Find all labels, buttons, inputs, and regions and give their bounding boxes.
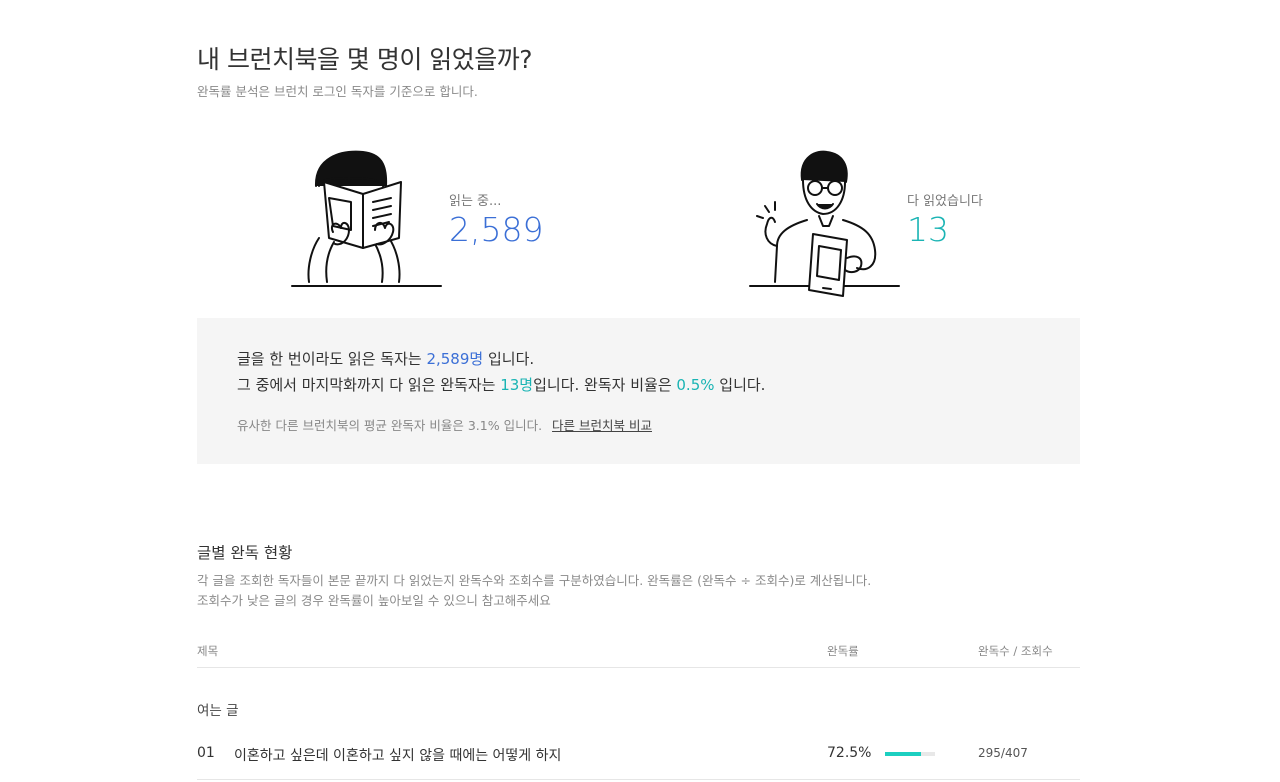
summary-finishers-value: 13명: [500, 376, 534, 394]
summary-box: 글을 한 번이라도 읽은 독자는 2,589명 입니다. 그 중에서 마지막화까…: [197, 318, 1080, 464]
summary-finishers-prefix: 그 중에서 마지막화까지 다 읽은 완독자는: [237, 376, 501, 394]
section-desc-line1: 각 글을 조회한 독자들이 본문 끝까지 다 읽었는지 완독수와 조회수를 구분…: [197, 573, 872, 588]
summary-finishers-line: 그 중에서 마지막화까지 다 읽은 완독자는 13명입니다. 완독자 비율은 0…: [237, 374, 765, 395]
reading-count: 2,589: [449, 210, 544, 249]
header-counts: 완독수 / 조회수: [978, 644, 1053, 658]
row-completion-rate: 72.5%: [827, 745, 872, 761]
finished-label: 다 읽었습니다: [907, 194, 983, 209]
person-reading-book-icon: [289, 150, 444, 294]
header-title: 제목: [197, 644, 219, 658]
section-desc-line2: 조회수가 낮은 글의 경우 완독률이 높아보일 수 있으니 참고해주세요: [197, 593, 551, 608]
row-title[interactable]: 이혼하고 싶은데 이혼하고 싶지 않을 때에는 어떻게 하지: [234, 745, 561, 765]
header-rate: 완독률: [827, 644, 859, 658]
table-header: 제목 완독률 완독수 / 조회수: [197, 642, 1080, 668]
summary-finishers-suffix: 입니다.: [714, 376, 766, 394]
compare-brunchbooks-link[interactable]: 다른 브런치북 비교: [552, 418, 652, 433]
page-subtitle: 완독률 분석은 브런치 로그인 독자를 기준으로 합니다.: [197, 84, 478, 99]
row-number: 01: [197, 745, 215, 761]
summary-readers-value: 2,589명: [426, 350, 484, 368]
summary-note: 유사한 다른 브런치북의 평균 완독자 비율은 3.1% 입니다. 다른 브런치북…: [237, 415, 652, 434]
page-title: 내 브런치북을 몇 명이 읽었을까?: [197, 45, 533, 74]
completion-bar-track: [885, 752, 935, 756]
summary-finishers-ratio: 0.5%: [676, 376, 715, 394]
section-description: 각 글을 조회한 독자들이 본문 끝까지 다 읽었는지 완독수와 조회수를 구분…: [197, 571, 871, 611]
reading-label: 읽는 중...: [449, 194, 502, 209]
group-label: 여는 글: [197, 703, 239, 719]
person-holding-book-icon: [747, 150, 907, 304]
section-title: 글별 완독 현황: [197, 544, 293, 562]
table-row[interactable]: 01 이혼하고 싶은데 이혼하고 싶지 않을 때에는 어떻게 하지 72.5% …: [197, 734, 1080, 780]
completion-bar-fill: [885, 752, 922, 756]
row-counts: 295/407: [978, 746, 1028, 760]
summary-readers-prefix: 글을 한 번이라도 읽은 독자는: [237, 350, 427, 368]
summary-readers-line: 글을 한 번이라도 읽은 독자는 2,589명 입니다.: [237, 348, 534, 369]
finished-count: 13: [907, 210, 949, 249]
summary-finishers-mid: 입니다. 완독자 비율은: [533, 376, 677, 394]
summary-readers-suffix: 입니다.: [483, 350, 535, 368]
average-ratio-note: 유사한 다른 브런치북의 평균 완독자 비율은 3.1% 입니다.: [237, 418, 543, 433]
